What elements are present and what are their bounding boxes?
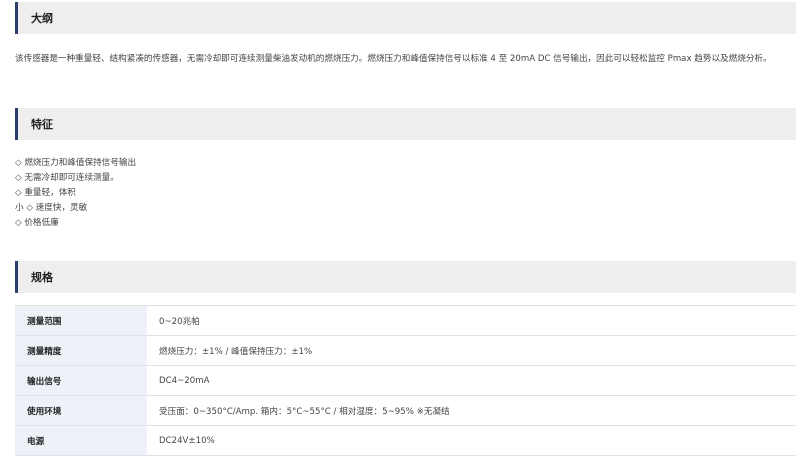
- section-title-features: 特征: [31, 118, 53, 131]
- section-title-specs: 规格: [31, 271, 53, 284]
- table-row: 使用环境 受压面：0~350°C/Amp. 箱内：5°C~55°C / 相对湿度…: [15, 395, 796, 426]
- spec-value: DC24V±10%: [147, 425, 796, 456]
- spec-label: 电源: [15, 425, 147, 456]
- section-title-outline: 大纲: [31, 12, 53, 25]
- spec-value: 0~20兆帕: [147, 305, 796, 336]
- table-row: 电源 DC24V±10%: [15, 425, 796, 456]
- feature-item: 小 ◇ 速度快，灵敏: [15, 203, 88, 213]
- table-row: 测量精度 燃烧压力：±1% / 峰值保持压力：±1%: [15, 335, 796, 366]
- spec-label: 测量精度: [15, 335, 147, 366]
- feature-item: ◇ 燃烧压力和峰值保持信号输出: [15, 158, 137, 168]
- table-row: 输出信号 DC4~20mA: [15, 365, 796, 396]
- feature-item: ◇ 重量轻，体积: [15, 188, 76, 198]
- spec-label: 使用环境: [15, 395, 147, 426]
- feature-list: ◇ 燃烧压力和峰值保持信号输出 ◇ 无需冷却即可连续测量。 ◇ 重量轻，体积 小…: [15, 156, 136, 231]
- spec-table: 测量范围 0~20兆帕 测量精度 燃烧压力：±1% / 峰值保持压力：±1% 输…: [15, 305, 796, 456]
- spec-value: DC4~20mA: [147, 365, 796, 396]
- spec-value: 受压面：0~350°C/Amp. 箱内：5°C~55°C / 相对湿度：5~95…: [147, 395, 796, 426]
- table-row: 测量范围 0~20兆帕: [15, 305, 796, 336]
- feature-item: ◇ 无需冷却即可连续测量。: [15, 173, 119, 183]
- section-header-features: 特征: [15, 108, 796, 140]
- section-header-outline: 大纲: [15, 2, 796, 34]
- feature-item: ◇ 价格低廉: [15, 218, 59, 228]
- product-description: 该传感器是一种重量轻、结构紧凑的传感器，无需冷却即可连续测量柴油发动机的燃烧压力…: [15, 54, 772, 64]
- spec-label: 测量范围: [15, 305, 147, 336]
- spec-label: 输出信号: [15, 365, 147, 396]
- spec-value: 燃烧压力：±1% / 峰值保持压力：±1%: [147, 335, 796, 366]
- section-header-specs: 规格: [15, 261, 796, 293]
